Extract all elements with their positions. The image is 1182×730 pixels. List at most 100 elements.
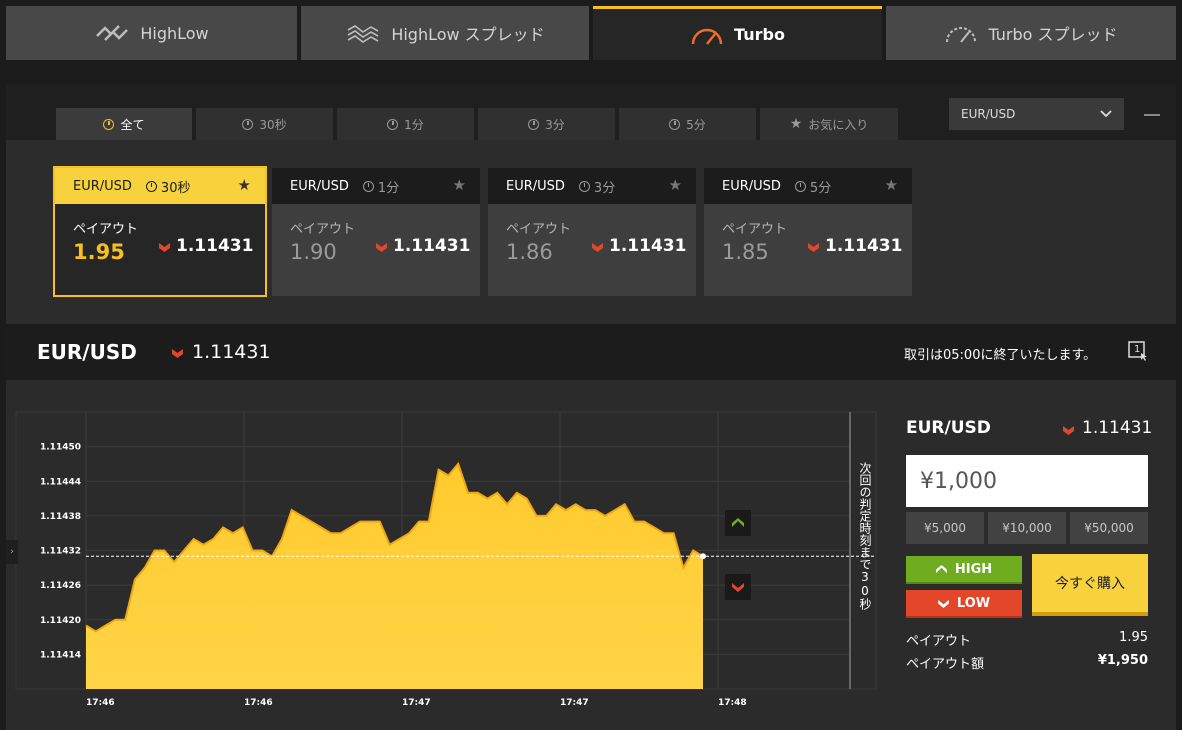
card-header: EUR/USD 1分 ★ bbox=[272, 168, 480, 204]
y-tick-label: 1.11444 bbox=[40, 477, 81, 487]
card-price-value: 1.11431 bbox=[176, 236, 254, 256]
down-arrow-icon bbox=[592, 242, 603, 252]
option-card[interactable]: EUR/USD 1分 ★ ペイアウト 1.90 1.11431 bbox=[272, 168, 480, 296]
filter-tab-label: 30秒 bbox=[259, 117, 287, 132]
card-price: 1.11431 bbox=[592, 236, 686, 256]
filter-tab-label: 1分 bbox=[404, 117, 424, 132]
card-pair: EUR/USD bbox=[290, 178, 349, 194]
trade-panel: EUR/USD 1.11431 ¥5,000 ¥10,000 ¥50,000 H… bbox=[898, 380, 1156, 730]
tab-label: HighLow bbox=[140, 23, 209, 43]
card-duration-label: 30秒 bbox=[160, 180, 191, 196]
expiry-message: 取引は05:00に終了いたします。 bbox=[904, 348, 1097, 363]
chevron-down-icon bbox=[1100, 110, 1112, 118]
quick-amount-5000[interactable]: ¥5,000 bbox=[906, 512, 984, 544]
favorite-star-icon[interactable]: ★ bbox=[885, 176, 898, 194]
minimize-icon[interactable] bbox=[1144, 114, 1160, 116]
asset-select[interactable]: EUR/USD bbox=[949, 98, 1124, 130]
countdown-label: 次回の判定時刻まで30秒 bbox=[858, 462, 872, 610]
card-payout-value: 1.95 bbox=[73, 240, 125, 264]
filter-tab-favorites[interactable]: ★ お気に入り bbox=[760, 108, 898, 140]
clock-icon bbox=[794, 180, 806, 192]
quick-amount-label: ¥50,000 bbox=[1084, 521, 1134, 535]
high-marker bbox=[725, 510, 751, 536]
trading-panel: 全て 30秒 1分 3分 5分 ★ お気に入り EUR/USD EUR/USD … bbox=[6, 84, 1176, 730]
card-payout-label: ペイアウト bbox=[722, 222, 788, 237]
filter-tab-1m[interactable]: 1分 bbox=[337, 108, 474, 140]
filter-tab-label: 全て bbox=[120, 117, 145, 132]
clock-icon bbox=[387, 118, 399, 130]
clock-icon bbox=[578, 180, 590, 192]
info-price: 1.11431 bbox=[192, 341, 271, 363]
card-payout-label: ペイアウト bbox=[506, 222, 572, 237]
card-price: 1.11431 bbox=[808, 236, 902, 256]
trade-pair: EUR/USD bbox=[906, 418, 991, 438]
payout-amount-label: ペイアウト額 bbox=[906, 657, 985, 672]
down-arrow-icon bbox=[937, 599, 949, 608]
favorite-star-icon[interactable]: ★ bbox=[238, 176, 251, 194]
price-area bbox=[86, 463, 703, 689]
low-button-label: LOW bbox=[956, 595, 991, 611]
payout-value: 1.95 bbox=[1119, 630, 1148, 645]
chart-area: 1.11450 1.11444 1.11438 1.11432 1.11426 1.114… bbox=[6, 380, 1176, 730]
speedometer-icon bbox=[691, 28, 723, 45]
price-chart: 1.11450 1.11444 1.11438 1.11432 1.11426 1.114… bbox=[15, 411, 877, 708]
filter-tab-3m[interactable]: 3分 bbox=[478, 108, 615, 140]
card-pair: EUR/USD bbox=[506, 178, 565, 194]
card-payout-value: 1.90 bbox=[290, 240, 337, 264]
down-arrow-icon bbox=[376, 242, 387, 252]
filter-tab-30s[interactable]: 30秒 bbox=[196, 108, 333, 140]
tab-highlow-spread[interactable]: HighLow スプレッド bbox=[301, 6, 589, 60]
card-price-value: 1.11431 bbox=[393, 236, 471, 256]
up-arrow-icon bbox=[935, 564, 947, 573]
window-button-label: 1 bbox=[1134, 344, 1141, 355]
option-card[interactable]: EUR/USD 3分 ★ ペイアウト 1.86 1.11431 bbox=[488, 168, 696, 296]
x-tick-label: 17:47 bbox=[560, 698, 589, 708]
clock-icon bbox=[103, 118, 115, 130]
new-window-button[interactable]: 1 bbox=[1128, 341, 1148, 361]
card-duration-label: 5分 bbox=[809, 180, 832, 196]
tab-label: HighLow スプレッド bbox=[391, 25, 545, 44]
product-tabs: HighLow HighLow スプレッド Turbo Turbo スプレッド bbox=[0, 0, 1182, 62]
amount-input[interactable] bbox=[906, 455, 1148, 507]
star-icon: ★ bbox=[789, 116, 803, 132]
filter-tab-label: 3分 bbox=[545, 117, 565, 132]
x-tick-label: 17:47 bbox=[402, 698, 431, 708]
high-button[interactable]: HIGH bbox=[906, 556, 1022, 584]
favorite-star-icon[interactable]: ★ bbox=[669, 176, 682, 194]
tab-highlow[interactable]: HighLow bbox=[6, 6, 297, 60]
buy-button-label: 今すぐ購入 bbox=[1055, 576, 1125, 592]
card-pair: EUR/USD bbox=[722, 178, 781, 194]
down-arrow-icon bbox=[1063, 426, 1074, 435]
option-card[interactable]: EUR/USD 5分 ★ ペイアウト 1.85 1.11431 bbox=[704, 168, 912, 296]
info-pair: EUR/USD bbox=[37, 340, 137, 364]
y-tick-label: 1.11432 bbox=[40, 547, 81, 557]
card-duration: 3分 bbox=[578, 177, 615, 196]
clock-icon bbox=[528, 118, 540, 130]
y-tick-label: 1.11438 bbox=[40, 512, 81, 522]
y-tick-label: 1.11426 bbox=[40, 581, 81, 591]
tab-turbo-spread[interactable]: Turbo スプレッド bbox=[886, 6, 1176, 60]
info-bar: EUR/USD 1.11431 取引は05:00に終了いたします。 1 bbox=[6, 324, 1176, 380]
buy-now-button[interactable]: 今すぐ購入 bbox=[1032, 554, 1148, 616]
card-header: EUR/USD 5分 ★ bbox=[704, 168, 912, 204]
down-arrow-icon bbox=[172, 349, 183, 358]
tab-turbo[interactable]: Turbo bbox=[593, 6, 882, 60]
y-tick-label: 1.11420 bbox=[40, 616, 81, 626]
quick-amount-label: ¥5,000 bbox=[924, 521, 966, 535]
option-card[interactable]: EUR/USD 30秒 ★ ペイアウト 1.95 1.11431 bbox=[53, 166, 267, 297]
low-button[interactable]: LOW bbox=[906, 590, 1022, 618]
card-payout-label: ペイアウト bbox=[290, 222, 356, 237]
highlow-icon bbox=[96, 25, 129, 41]
card-header: EUR/USD 3分 ★ bbox=[488, 168, 696, 204]
payout-amount-row: ペイアウト額 ¥1,950 bbox=[906, 653, 1148, 672]
favorite-star-icon[interactable]: ★ bbox=[453, 176, 466, 194]
chart-collapse-handle[interactable]: › bbox=[6, 540, 18, 564]
filter-tab-all[interactable]: 全て bbox=[56, 108, 192, 140]
x-tick-label: 17:46 bbox=[244, 698, 273, 708]
quick-amount-10000[interactable]: ¥10,000 bbox=[988, 512, 1066, 544]
speedometer-outline-icon bbox=[946, 27, 977, 43]
payout-row: ペイアウト 1.95 bbox=[906, 630, 1148, 649]
clock-icon bbox=[669, 118, 681, 130]
quick-amount-50000[interactable]: ¥50,000 bbox=[1070, 512, 1148, 544]
filter-tab-5m[interactable]: 5分 bbox=[619, 108, 756, 140]
